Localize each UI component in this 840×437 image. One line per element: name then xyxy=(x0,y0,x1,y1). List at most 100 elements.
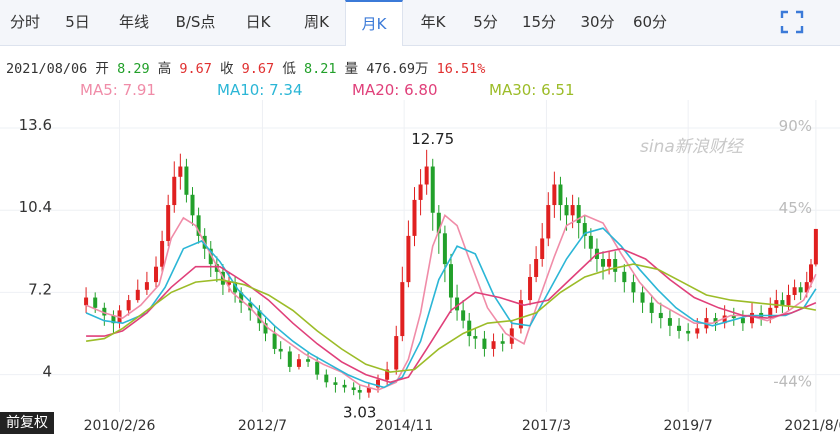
candle-body-77 xyxy=(649,302,654,313)
candle-body-69 xyxy=(588,235,593,249)
x-label-1: 2012/7 xyxy=(238,418,287,434)
candle-body-51 xyxy=(461,310,466,321)
candle-body-34 xyxy=(342,384,347,388)
candle-body-10 xyxy=(166,205,171,242)
ma20-legend: MA20: 6.80 xyxy=(352,81,438,99)
candle-body-28 xyxy=(287,351,292,367)
annotation-1: 3.03 xyxy=(343,404,376,422)
candle-body-43 xyxy=(412,199,417,236)
tab-8[interactable]: 5分 xyxy=(463,0,508,45)
candle-body-92 xyxy=(780,300,785,306)
candle-body-78 xyxy=(658,312,663,319)
sina-watermark: sina新浪财经 xyxy=(640,137,745,157)
adjustment-badge[interactable]: 前复权 xyxy=(0,412,54,434)
candle-body-45 xyxy=(424,166,429,185)
y-left-label-3: 4 xyxy=(42,363,52,381)
tab-7[interactable]: 年K xyxy=(403,0,463,45)
fullscreen-icon[interactable] xyxy=(780,10,804,34)
y-left-label-0: 13.6 xyxy=(19,116,52,134)
candle-body-61 xyxy=(540,238,545,259)
candle-body-87 xyxy=(740,318,745,324)
annotation-0: 12.75 xyxy=(411,130,454,148)
tab-5[interactable]: 周K xyxy=(288,0,345,45)
low-value: 8.21 xyxy=(303,61,337,77)
candle-body-53 xyxy=(473,336,478,339)
candle-body-42 xyxy=(406,235,411,283)
close-label: 收 xyxy=(220,61,234,77)
candle-body-11 xyxy=(172,176,177,206)
candle-body-76 xyxy=(640,292,645,303)
candle-body-73 xyxy=(613,259,618,272)
candle-body-8 xyxy=(154,266,159,283)
period-tab-bar: 分时 5日 年线 B/S点 日K 周K 月K 年K 5分 15分 30分 60分 xyxy=(0,0,840,46)
candle-body-98 xyxy=(813,228,818,265)
candle-body-27 xyxy=(278,348,283,352)
x-label-4: 2019/7 xyxy=(664,418,713,434)
candle-body-12 xyxy=(178,166,183,177)
candle-body-60 xyxy=(534,259,539,277)
tab-9[interactable]: 15分 xyxy=(508,0,570,45)
x-label-0: 2010/2/26 xyxy=(84,418,156,434)
tab-0[interactable]: 分时 xyxy=(0,0,50,45)
x-label-2: 2014/11 xyxy=(375,418,433,434)
y-right-label-2: -44% xyxy=(773,373,812,391)
candle-body-93 xyxy=(786,294,791,306)
candle-body-54 xyxy=(482,338,487,349)
candle-body-80 xyxy=(677,325,682,331)
high-label: 高 xyxy=(157,61,172,77)
candle-body-97 xyxy=(809,264,814,283)
candle-body-5 xyxy=(126,300,131,311)
open-label: 开 xyxy=(95,61,109,77)
change-percent: 16.51% xyxy=(436,61,486,77)
tab-10[interactable]: 30分 xyxy=(570,0,625,45)
candle-body-31 xyxy=(315,361,320,375)
x-label-5: 2021/8/6 xyxy=(784,418,840,434)
tab-6[interactable]: 月K xyxy=(345,0,403,46)
candle-body-95 xyxy=(798,287,803,293)
y-right-label-0: 90% xyxy=(779,117,812,135)
ma10-legend: MA10: 7.34 xyxy=(217,81,303,99)
tab-4[interactable]: 日K xyxy=(228,0,288,45)
candle-body-63 xyxy=(552,184,557,206)
candle-body-46 xyxy=(430,166,435,213)
candle-body-62 xyxy=(546,205,551,239)
candle-body-56 xyxy=(500,341,505,344)
candle-body-1 xyxy=(93,297,98,308)
candle-body-40 xyxy=(394,336,399,370)
y-left-label-2: 7.2 xyxy=(28,280,52,298)
candle-body-79 xyxy=(667,318,672,326)
candle-body-71 xyxy=(601,259,606,267)
candle-body-6 xyxy=(135,289,140,301)
tab-3[interactable]: B/S点 xyxy=(163,0,228,45)
candle-body-30 xyxy=(306,359,311,362)
y-left-label-1: 10.4 xyxy=(19,198,52,216)
candle-body-14 xyxy=(190,194,195,216)
tab-11[interactable]: 60分 xyxy=(625,0,675,45)
candle-body-74 xyxy=(622,271,627,283)
candle-body-41 xyxy=(400,282,405,337)
ma5-legend: MA5: 7.91 xyxy=(80,81,156,99)
candle-body-48 xyxy=(442,233,447,265)
tab-2[interactable]: 年线 xyxy=(105,0,163,45)
candle-body-94 xyxy=(792,287,797,295)
candle-body-82 xyxy=(695,328,700,334)
quote-info-line: 2021/08/06 开 8.29 高 9.67 收 9.67 低 8.21 量… xyxy=(6,57,485,77)
candle-body-52 xyxy=(467,320,472,337)
candle-body-44 xyxy=(418,184,423,200)
tab-1[interactable]: 5日 xyxy=(50,0,105,45)
low-label: 低 xyxy=(282,61,296,77)
kline-chart[interactable]: 13.6 10.4 7.2 4 90% 45% -44% 2010/2/26 2012/7 201… xyxy=(0,100,840,437)
candle-body-88 xyxy=(750,312,755,324)
y-right-label-1: 45% xyxy=(779,199,812,217)
candle-body-65 xyxy=(564,205,569,216)
info-date: 2021/08/06 xyxy=(6,61,88,77)
candle-body-26 xyxy=(272,333,277,349)
volume-value: 476.69万 xyxy=(366,61,429,77)
ma30-legend: MA30: 6.51 xyxy=(489,81,575,99)
candle-body-81 xyxy=(686,330,691,334)
candle-body-32 xyxy=(324,374,329,383)
candle-body-29 xyxy=(296,359,301,367)
candle-body-9 xyxy=(160,241,165,267)
candle-body-0 xyxy=(84,297,89,306)
candle-body-64 xyxy=(558,184,563,206)
